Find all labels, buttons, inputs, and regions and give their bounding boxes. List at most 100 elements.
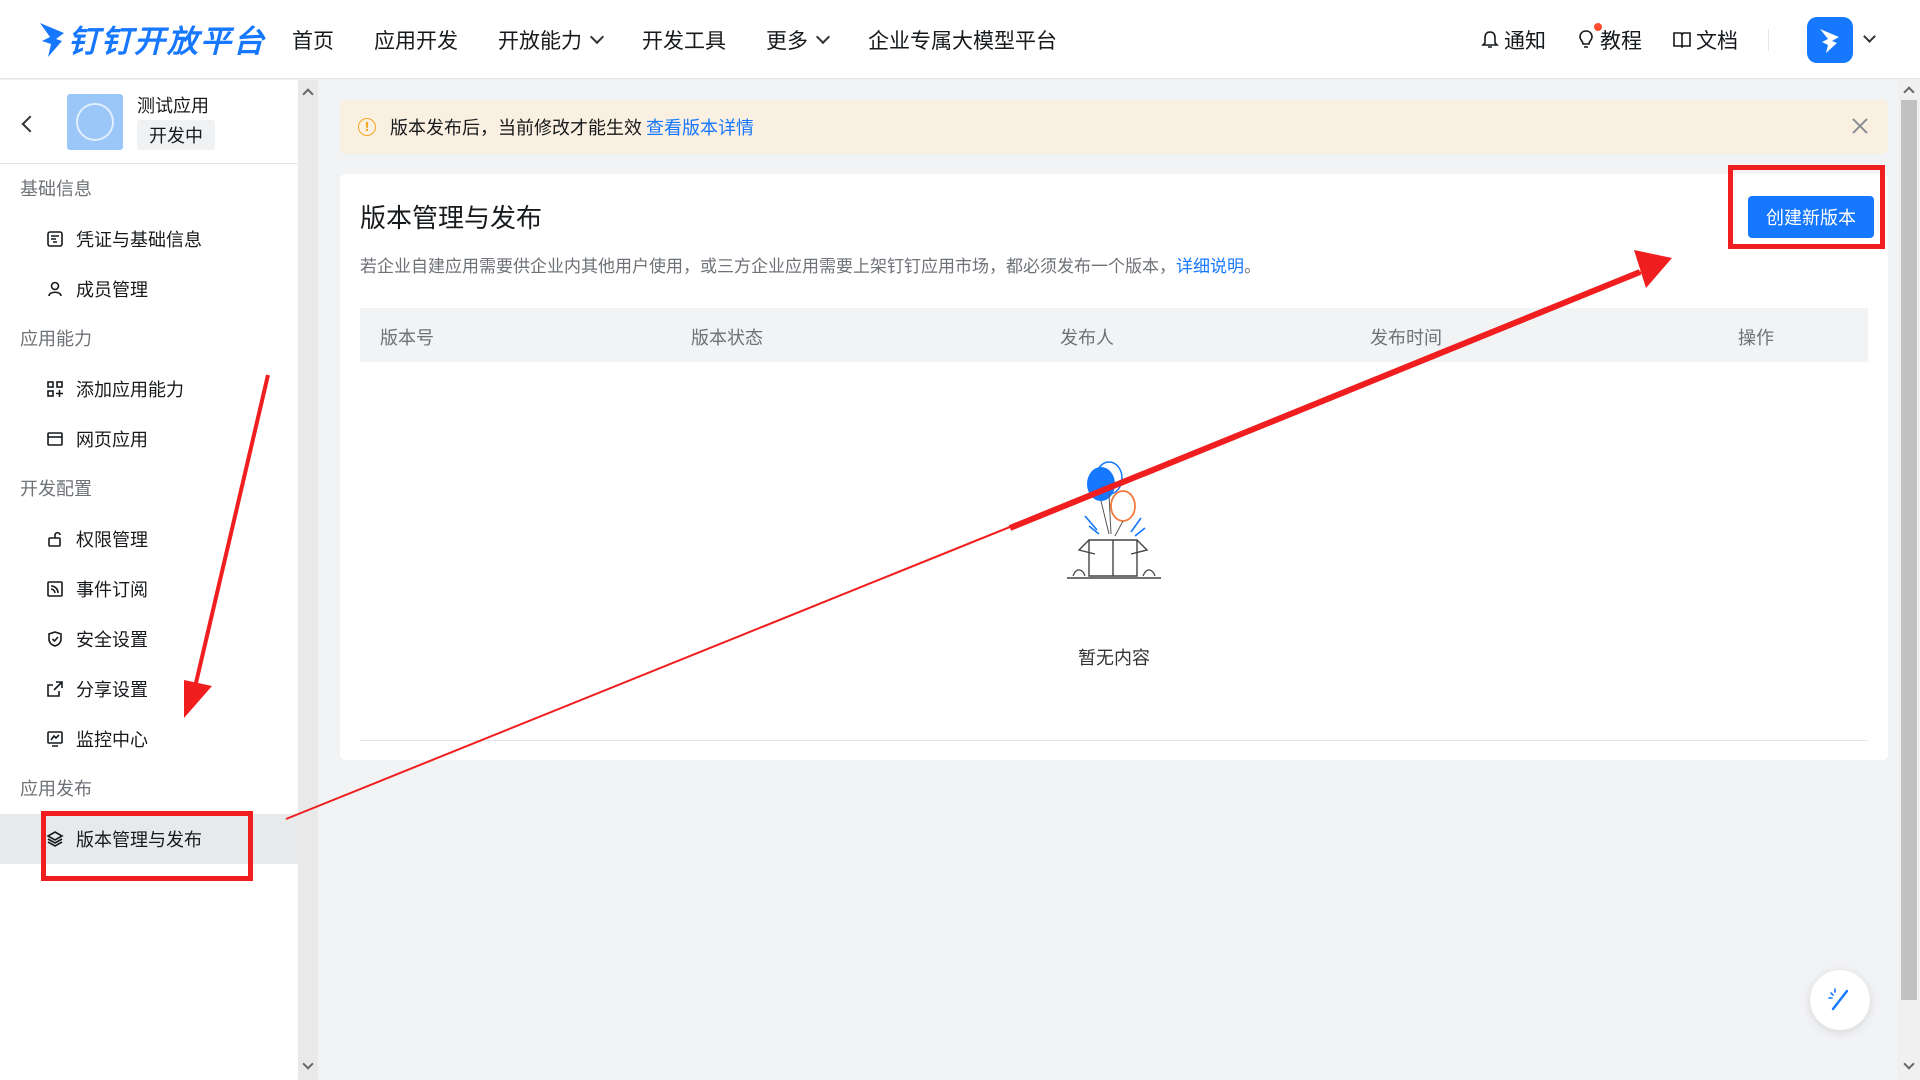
- nav-app-dev-label: 应用开发: [374, 28, 458, 53]
- bell-icon: [1481, 30, 1499, 48]
- app-status-badge: 开发中: [137, 120, 215, 150]
- alert-text: 版本发布后，当前修改才能生效: [390, 118, 642, 139]
- description-text: 若企业自建应用需要供企业内其他用户使用，或三方企业应用需要上架钉钉应用市场，都必…: [360, 257, 1176, 277]
- dingtalk-logo-icon: [40, 22, 64, 57]
- monitor-icon: [47, 731, 63, 747]
- dingtalk-avatar-icon: [1820, 28, 1839, 53]
- apps-add-icon: [47, 381, 63, 397]
- sidebar: 测试应用 开发中 基础信息 凭证与基础信息 成员管理 应用能力 添加应用能力 网…: [0, 80, 298, 1080]
- scroll-down-icon[interactable]: [302, 1058, 314, 1070]
- sidebar-item-monitor[interactable]: 监控中心: [0, 714, 298, 764]
- table-divider: [360, 740, 1868, 741]
- lock-icon: [48, 531, 61, 547]
- sidebar-scrollbar[interactable]: [298, 80, 318, 1080]
- sidebar-item-label: 凭证与基础信息: [76, 230, 202, 251]
- column-status: 版本状态: [691, 328, 763, 349]
- dingtalk-logo[interactable]: 钉钉开放平台: [38, 16, 266, 61]
- alert-link[interactable]: 查看版本详情: [646, 114, 754, 140]
- magic-wand-icon: [1828, 988, 1849, 1011]
- nav-app-dev[interactable]: 应用开发: [374, 25, 458, 55]
- book-icon: [1673, 31, 1691, 48]
- chevron-down-icon: [589, 29, 605, 44]
- column-publisher: 发布人: [1060, 328, 1114, 349]
- sidebar-item-label: 成员管理: [76, 280, 148, 301]
- sidebar-item-web-app[interactable]: 网页应用: [0, 414, 298, 464]
- empty-text: 暂无内容: [1078, 648, 1150, 669]
- notifications-link[interactable]: 通知: [1480, 25, 1546, 55]
- user-icon: [48, 281, 62, 297]
- sidebar-item-label: 权限管理: [76, 530, 148, 551]
- scroll-up-icon[interactable]: [1903, 86, 1915, 98]
- sidebar-item-label: 网页应用: [76, 430, 148, 451]
- app-name: 测试应用: [137, 96, 209, 117]
- sidebar-item-add-capability[interactable]: 添加应用能力: [0, 364, 298, 414]
- close-icon[interactable]: [1850, 116, 1870, 136]
- avatar[interactable]: [1807, 16, 1853, 63]
- section-basic-info: 基础信息: [20, 179, 92, 200]
- tutorial-label: 教程: [1600, 28, 1642, 53]
- chevron-down-icon[interactable]: [1863, 30, 1876, 43]
- nav-dev-tools-label: 开发工具: [642, 28, 726, 53]
- sidebar-item-event-subscription[interactable]: 事件订阅: [0, 564, 298, 614]
- sidebar-item-permissions[interactable]: 权限管理: [0, 514, 298, 564]
- annotation-highlight-sidebar: [41, 811, 253, 881]
- column-publish-time: 发布时间: [1370, 328, 1442, 349]
- logo-text: 钉钉开放平台: [68, 24, 266, 60]
- ai-assistant-button[interactable]: [1810, 970, 1870, 1030]
- chevron-down-icon: [815, 29, 831, 44]
- share-icon: [47, 681, 63, 697]
- section-app-publish: 应用发布: [20, 779, 92, 800]
- notifications-label: 通知: [1504, 28, 1546, 53]
- empty-state: [340, 444, 1888, 608]
- browser-icon: [47, 432, 63, 446]
- nav-divider: [1768, 28, 1769, 51]
- sidebar-item-label: 监控中心: [76, 730, 148, 751]
- column-version: 版本号: [380, 328, 434, 349]
- warning-icon: !: [358, 118, 376, 136]
- scroll-down-icon[interactable]: [1903, 1058, 1915, 1070]
- table-header: 版本号 版本状态 发布人 发布时间 操作: [360, 308, 1868, 362]
- version-card: 版本管理与发布 若企业自建应用需要供企业内其他用户使用，或三方企业应用需要上架钉…: [340, 174, 1888, 760]
- nav-enterprise-llm[interactable]: 企业专属大模型平台: [868, 25, 1057, 55]
- page-title: 版本管理与发布: [360, 204, 543, 234]
- section-dev-config: 开发配置: [20, 479, 92, 500]
- info-alert: ! 版本发布后，当前修改才能生效 查看版本详情: [340, 100, 1888, 154]
- nav-more-label: 更多: [766, 28, 808, 53]
- nav-right: 通知 教程 文档: [1480, 0, 1920, 79]
- app-icon: [67, 94, 123, 150]
- scrollbar-thumb[interactable]: [1901, 100, 1917, 1000]
- sidebar-item-share[interactable]: 分享设置: [0, 664, 298, 714]
- nav-home[interactable]: 首页: [292, 25, 334, 55]
- notification-dot: [1594, 22, 1602, 31]
- lightbulb-icon: [1579, 29, 1593, 48]
- nav-more[interactable]: 更多: [766, 25, 831, 55]
- sidebar-item-members[interactable]: 成员管理: [0, 264, 298, 314]
- sidebar-item-security[interactable]: 安全设置: [0, 614, 298, 664]
- nav-open-capabilities[interactable]: 开放能力: [498, 25, 605, 55]
- credential-icon: [47, 231, 63, 247]
- docs-label: 文档: [1696, 28, 1738, 53]
- shield-icon: [48, 631, 62, 647]
- sidebar-item-label: 安全设置: [76, 630, 148, 651]
- annotation-highlight-create-button: [1728, 165, 1885, 249]
- nav-home-label: 首页: [292, 28, 334, 53]
- top-navbar: 钉钉开放平台 首页 应用开发 开放能力 开发工具 更多 企业专属大模型平台 通知…: [0, 0, 1920, 79]
- section-app-capabilities: 应用能力: [20, 329, 92, 350]
- column-actions: 操作: [1738, 328, 1774, 349]
- main-nav: 首页 应用开发 开放能力 开发工具 更多 企业专属大模型平台: [292, 0, 1097, 79]
- back-arrow-icon[interactable]: [21, 115, 39, 133]
- sidebar-item-label: 分享设置: [76, 680, 148, 701]
- sidebar-item-credentials[interactable]: 凭证与基础信息: [0, 214, 298, 264]
- page-scrollbar[interactable]: [1898, 80, 1920, 1080]
- nav-dev-tools[interactable]: 开发工具: [642, 25, 726, 55]
- scroll-up-icon[interactable]: [302, 88, 314, 100]
- rss-icon: [47, 581, 63, 597]
- details-link[interactable]: 详细说明: [1176, 257, 1244, 277]
- docs-link[interactable]: 文档: [1672, 25, 1738, 55]
- description-end: 。: [1244, 257, 1261, 277]
- tutorial-link[interactable]: 教程: [1576, 22, 1642, 55]
- nav-enterprise-llm-label: 企业专属大模型平台: [868, 28, 1057, 53]
- page-description: 若企业自建应用需要供企业内其他用户使用，或三方企业应用需要上架钉钉应用市场，都必…: [360, 252, 1261, 277]
- empty-box-illustration: [1067, 461, 1161, 579]
- app-header: 测试应用 开发中: [0, 80, 298, 164]
